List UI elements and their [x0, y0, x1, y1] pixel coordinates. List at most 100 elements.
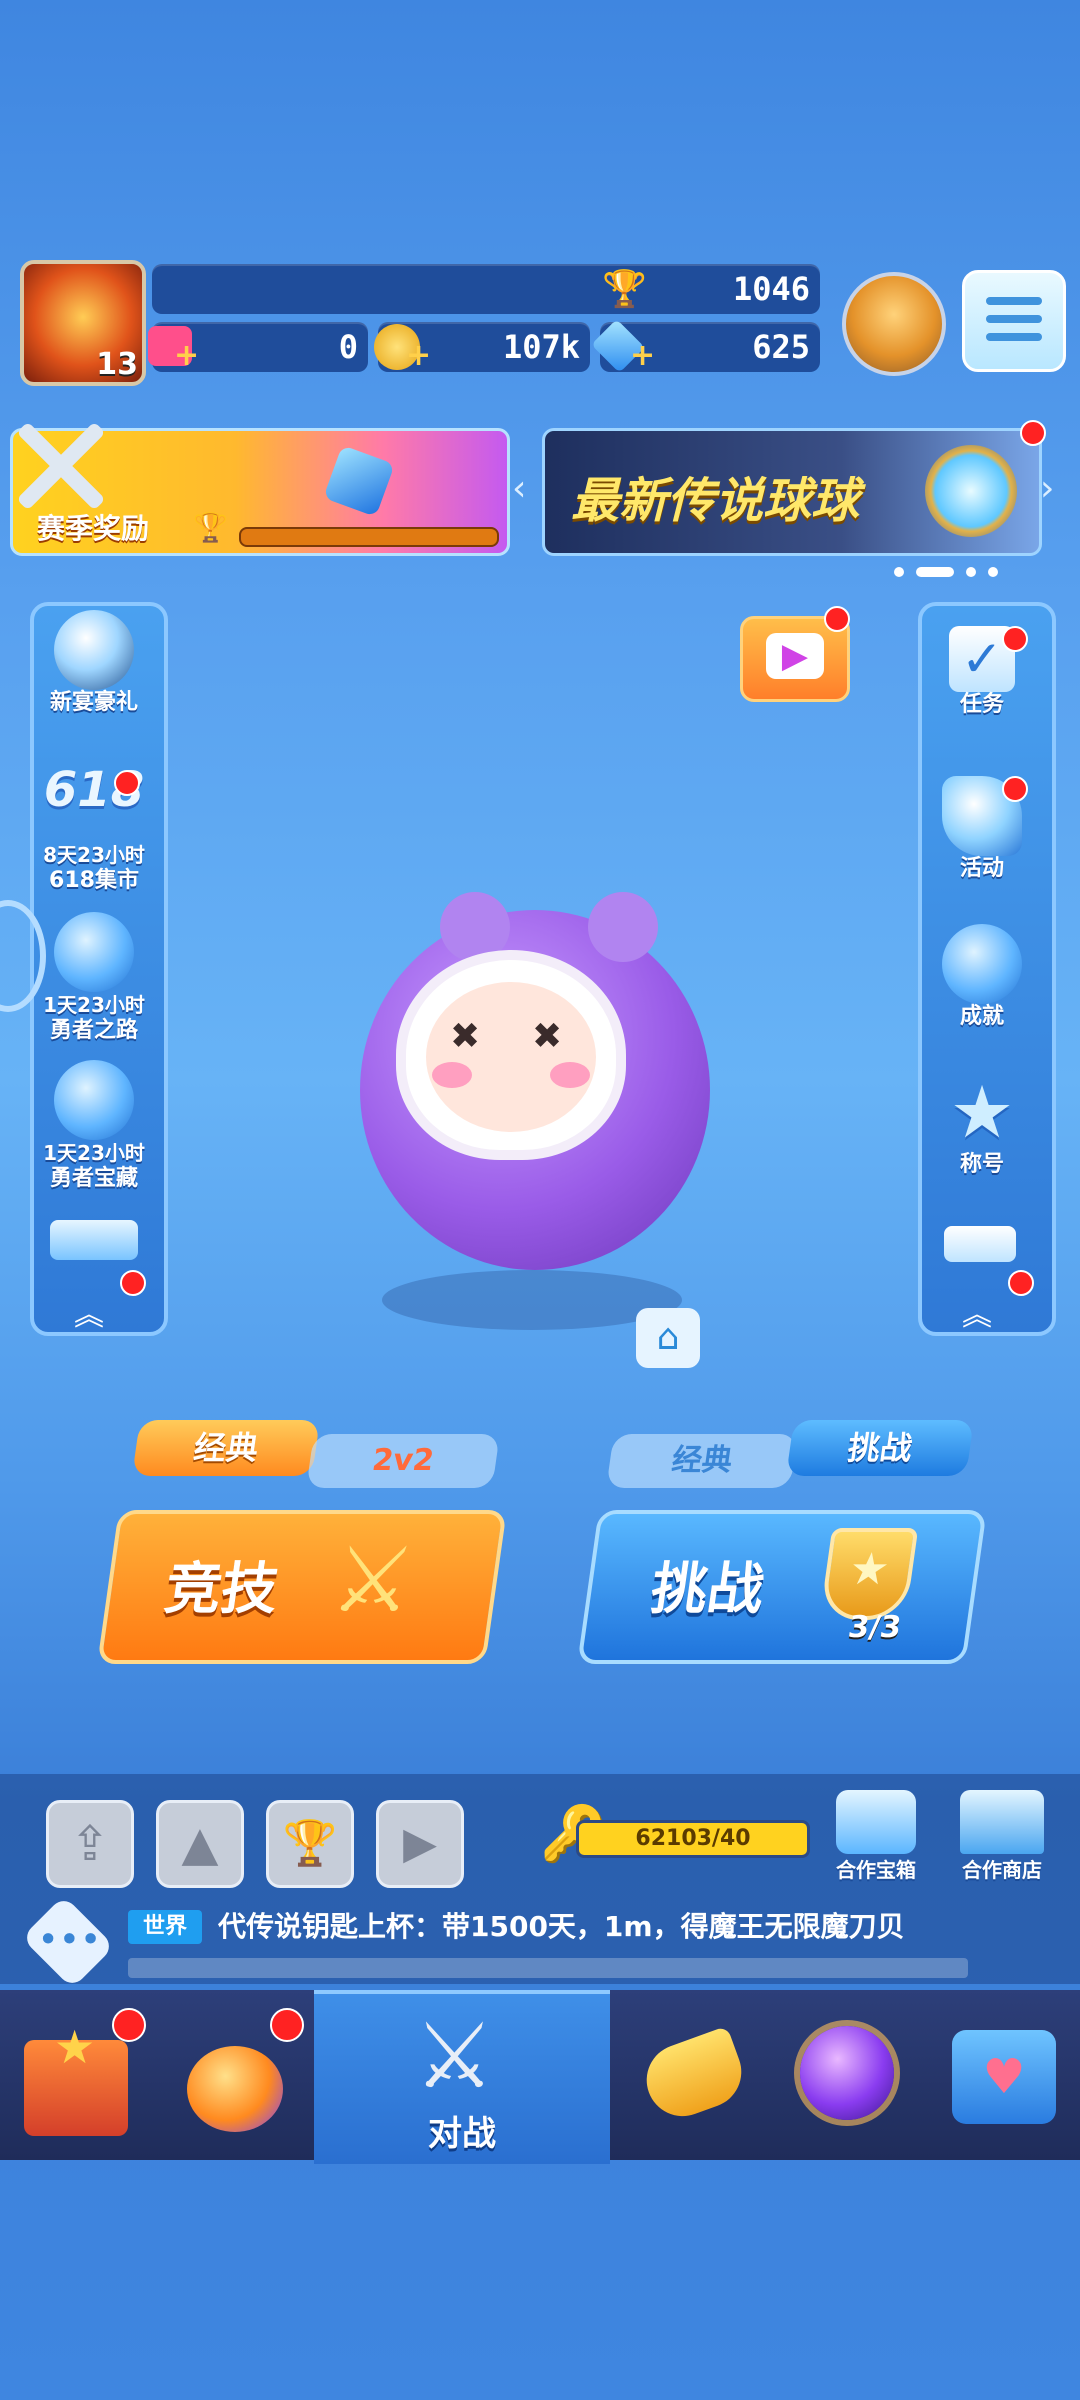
sidebar-item-label: 任务 — [959, 692, 1004, 717]
eye-x-icon: ✖ — [450, 1016, 481, 1057]
menu-button[interactable] — [962, 270, 1066, 372]
tab-classic-right[interactable]: 经典 — [606, 1434, 798, 1488]
triangle-icon: ▲ — [181, 1816, 219, 1872]
mini-trophy-icon: 🏆 — [193, 511, 228, 544]
replay-video-button[interactable]: ▶ — [376, 1800, 464, 1888]
video-reward-badge — [824, 606, 850, 632]
sidebar-item-achievements[interactable]: 成就 — [912, 924, 1052, 1030]
coin-bar[interactable]: + 107k — [374, 322, 590, 373]
player-avatar[interactable]: 13 — [20, 260, 146, 386]
challenge-label: 挑战 — [647, 1557, 769, 1622]
tasks-badge — [1002, 626, 1028, 652]
sidebar-item-tasks[interactable]: ✓ 任务 — [912, 626, 1052, 718]
season-reward-banner[interactable]: 赛季奖励 🏆 — [10, 421, 510, 556]
star-icon: ★ — [54, 2020, 96, 2074]
sidebar-item-label: 称号 — [959, 1152, 1004, 1177]
banner-page-indicator — [894, 562, 998, 581]
crossed-swords-icon: ⚔ — [414, 2004, 495, 2109]
sidebar-item-label: 618集市 — [49, 868, 139, 893]
season-progress-bar — [239, 527, 499, 547]
ticket-count: 0 — [338, 328, 358, 366]
shop-handshake-icon — [960, 1790, 1044, 1854]
tab-challenge[interactable]: 挑战 — [786, 1420, 974, 1476]
gem-reward-icon — [323, 445, 395, 517]
sidebar-618-badge — [114, 770, 140, 796]
star-shield-icon — [54, 912, 134, 992]
triangle-mode-button[interactable]: ▲ — [156, 1800, 244, 1888]
nav-social[interactable]: ♥ — [924, 1990, 1079, 2160]
sidebar-item-hero-road[interactable]: 1天23小时 勇者之路 — [24, 912, 164, 1044]
diamond-bar[interactable]: + 625 — [591, 319, 820, 373]
sidebar-item-label: 勇者之路 — [49, 1018, 138, 1043]
upgrade-button[interactable]: ⇪ — [46, 1800, 134, 1888]
chat-channel-tag: 世界 — [128, 1910, 202, 1944]
right-sidebar-more-icon — [944, 1226, 1016, 1262]
sidebar-item-618-market[interactable]: 618 8天23小时 618集市 — [24, 762, 164, 894]
sidebar-item-label: 勇者宝藏 — [49, 1166, 138, 1191]
sidebar-item-welcome-gift[interactable]: 新宴豪礼 — [24, 610, 164, 716]
tab-2v2[interactable]: 2v2 — [306, 1434, 500, 1488]
sidebar-item-timer: 1天23小时 — [43, 1141, 145, 1165]
trophy-bar: 🏆 1046 — [152, 264, 820, 314]
right-sidebar-more-badge — [1008, 1270, 1034, 1296]
ball-cup-icon — [187, 2046, 283, 2132]
eye-x-icon: ✖ — [532, 1016, 563, 1057]
wardrobe-button[interactable]: ⌂ — [636, 1308, 700, 1368]
coop-chest-button[interactable]: 合作宝箱 — [816, 1790, 936, 1883]
sidebar-item-label: 成就 — [959, 1004, 1004, 1029]
left-sidebar-more-badge — [120, 1270, 146, 1296]
upgrade-icon: ⇪ — [69, 1816, 111, 1872]
nav-whistle[interactable] — [612, 1990, 767, 2160]
character-face: ✖ ✖ — [396, 950, 626, 1160]
rank-medal-icon[interactable] — [842, 272, 946, 376]
right-sidebar-collapse-button[interactable]: ︽ — [962, 1290, 992, 1334]
sidebar-item-hero-treasure[interactable]: 1天23小时 勇者宝藏 — [24, 1060, 164, 1192]
banner-prev-arrow[interactable]: ‹ — [512, 468, 526, 509]
sidebar-item-events[interactable]: 活动 — [912, 776, 1052, 882]
player-level: 13 — [96, 347, 138, 382]
tab-classic-left[interactable]: 经典 — [132, 1420, 320, 1476]
trophy-button[interactable]: 🏆 — [266, 1800, 354, 1888]
key-progress-bar: 62103/40 — [576, 1820, 810, 1858]
trophy-icon: 🏆 — [602, 269, 647, 310]
arena-mode-button[interactable]: 竞技 ⚔ — [97, 1510, 507, 1664]
legend-banner-badge — [1020, 420, 1046, 446]
winged-shield-icon: ★ — [819, 1528, 919, 1620]
venom-mask-icon — [54, 610, 134, 690]
sidebar-item-label: 新宴豪礼 — [49, 690, 138, 715]
challenge-count: 3/3 — [845, 1610, 904, 1645]
coin-count: 107k — [502, 328, 580, 366]
trophy-count: 1046 — [732, 270, 810, 308]
legend-ball-title: 最新传说球球 — [571, 473, 860, 529]
chat-message[interactable]: 代传说钥匙上杯：带1500天，1m，得魔王无限魔刀贝 — [218, 1910, 968, 1944]
chat-heart-icon: ♥ — [952, 2030, 1056, 2124]
challenge-mode-button[interactable]: 挑战 ★ 3/3 — [577, 1510, 987, 1664]
sidebar-item-label: 活动 — [959, 856, 1004, 881]
whistle-icon — [636, 2025, 752, 2127]
trophy-outline-icon: 🏆 — [282, 1818, 338, 1869]
diamond-count: 625 — [752, 328, 810, 366]
legend-ball-icon — [925, 445, 1017, 537]
arena-label: 竞技 — [161, 1557, 283, 1622]
chat-message-next — [128, 1958, 968, 1978]
crossed-swords-fire-icon: ⚔ — [325, 1528, 421, 1633]
coop-shop-button[interactable]: 合作商店 — [942, 1790, 1062, 1883]
star-wings-icon — [54, 1060, 134, 1140]
left-sidebar-collapse-button[interactable]: ︽ — [74, 1290, 104, 1334]
legend-ball-banner[interactable]: 最新传说球球 — [542, 428, 1042, 556]
character-ear-right — [588, 892, 658, 962]
left-sidebar-more-icon — [50, 1220, 138, 1260]
character-mascot[interactable]: ✖ ✖ — [360, 892, 710, 1270]
banner-next-arrow[interactable]: › — [1040, 468, 1054, 509]
nav-battle[interactable]: ⚔ 对战 — [314, 1990, 610, 2164]
ticket-bar[interactable]: + 0 — [148, 322, 368, 373]
diamond-plus-icon: + — [630, 338, 656, 373]
sidebar-item-timer: 8天23小时 — [43, 843, 145, 867]
menu-icon — [986, 297, 1042, 341]
chest-icon — [836, 1790, 916, 1854]
crown-badge-icon — [942, 924, 1022, 1004]
nav-planet[interactable] — [768, 1990, 923, 2160]
sidebar-item-titles[interactable]: ★ 称号 — [912, 1072, 1052, 1178]
play-icon: ▶ — [766, 633, 824, 679]
sidebar-item-timer: 1天23小时 — [43, 993, 145, 1017]
